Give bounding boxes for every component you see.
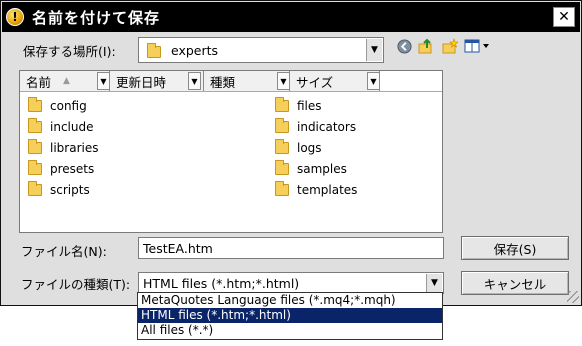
list-item[interactable]: files [275, 96, 322, 115]
filetype-dropdown-list[interactable]: MetaQuotes Language files (*.mq4;*.mqh) … [137, 292, 443, 340]
list-item[interactable]: logs [275, 138, 322, 157]
save-in-combo[interactable]: experts ▼ [138, 37, 384, 63]
close-button[interactable]: ✕ [553, 7, 575, 27]
column-size-dropdown[interactable]: ▼ [367, 72, 380, 90]
folder-icon [147, 42, 161, 58]
list-header: 名前 ▲ ▼ 更新日時 ▼ 種類 ▼ サイズ ▼ [20, 71, 442, 92]
save-button[interactable]: 保存(S) [461, 236, 569, 260]
dialog-title: 名前を付けて保存 [32, 8, 161, 27]
list-item[interactable]: templates [275, 180, 357, 199]
filetype-select[interactable]: HTML files (*.htm;*.html) ▼ [138, 272, 444, 294]
app-icon: ! [6, 8, 24, 26]
dropdown-option[interactable]: MetaQuotes Language files (*.mq4;*.mqh) [138, 293, 442, 308]
file-list[interactable]: 名前 ▲ ▼ 更新日時 ▼ 種類 ▼ サイズ ▼ config include … [19, 70, 443, 233]
folder-icon [275, 159, 289, 175]
list-item[interactable]: indicators [275, 117, 356, 136]
sort-asc-icon: ▲ [63, 76, 70, 86]
dropdown-option[interactable]: All files (*.*) [138, 323, 442, 338]
folder-icon [275, 117, 289, 133]
up-folder-icon[interactable] [418, 38, 434, 54]
folder-icon [28, 117, 42, 133]
filename-input[interactable]: TestEA.htm [138, 237, 444, 259]
filetype-label: ファイルの種類(T): [21, 277, 131, 292]
column-name-dropdown[interactable]: ▼ [97, 72, 110, 90]
resize-grip[interactable] [567, 291, 579, 303]
list-item[interactable]: include [28, 117, 93, 136]
list-item[interactable]: samples [275, 159, 347, 178]
dropdown-option-selected[interactable]: HTML files (*.htm;*.html) [138, 308, 442, 323]
back-icon[interactable] [396, 38, 412, 54]
folder-icon [28, 180, 42, 196]
chevron-down-icon[interactable]: ▼ [426, 274, 442, 292]
filename-value: TestEA.htm [143, 240, 213, 256]
cancel-button[interactable]: キャンセル [461, 271, 569, 295]
save-in-value: experts [171, 42, 219, 58]
list-item[interactable]: config [28, 96, 87, 115]
filename-label: ファイル名(N): [21, 244, 107, 259]
folder-icon [275, 96, 289, 112]
folder-icon [275, 180, 289, 196]
list-item[interactable]: libraries [28, 138, 98, 157]
new-folder-icon[interactable] [442, 38, 458, 54]
close-icon: ✕ [558, 9, 570, 25]
folder-icon [28, 159, 42, 175]
save-in-label: 保存する場所(I): [23, 44, 116, 59]
column-modified-dropdown[interactable]: ▼ [188, 72, 201, 90]
folder-icon [275, 138, 289, 154]
view-menu-icon[interactable] [464, 38, 490, 54]
filetype-value: HTML files (*.htm;*.html) [143, 275, 300, 291]
title-bar[interactable]: ! 名前を付けて保存 ✕ [2, 2, 580, 32]
list-item[interactable]: presets [28, 159, 94, 178]
save-as-dialog: ! 名前を付けて保存 ✕ 保存する場所(I): experts ▼ 名前 ▲ ▼ [0, 0, 582, 306]
column-type-dropdown[interactable]: ▼ [277, 72, 290, 90]
folder-icon [28, 138, 42, 154]
chevron-down-icon[interactable]: ▼ [366, 39, 382, 61]
list-item[interactable]: scripts [28, 180, 90, 199]
folder-icon [28, 96, 42, 112]
